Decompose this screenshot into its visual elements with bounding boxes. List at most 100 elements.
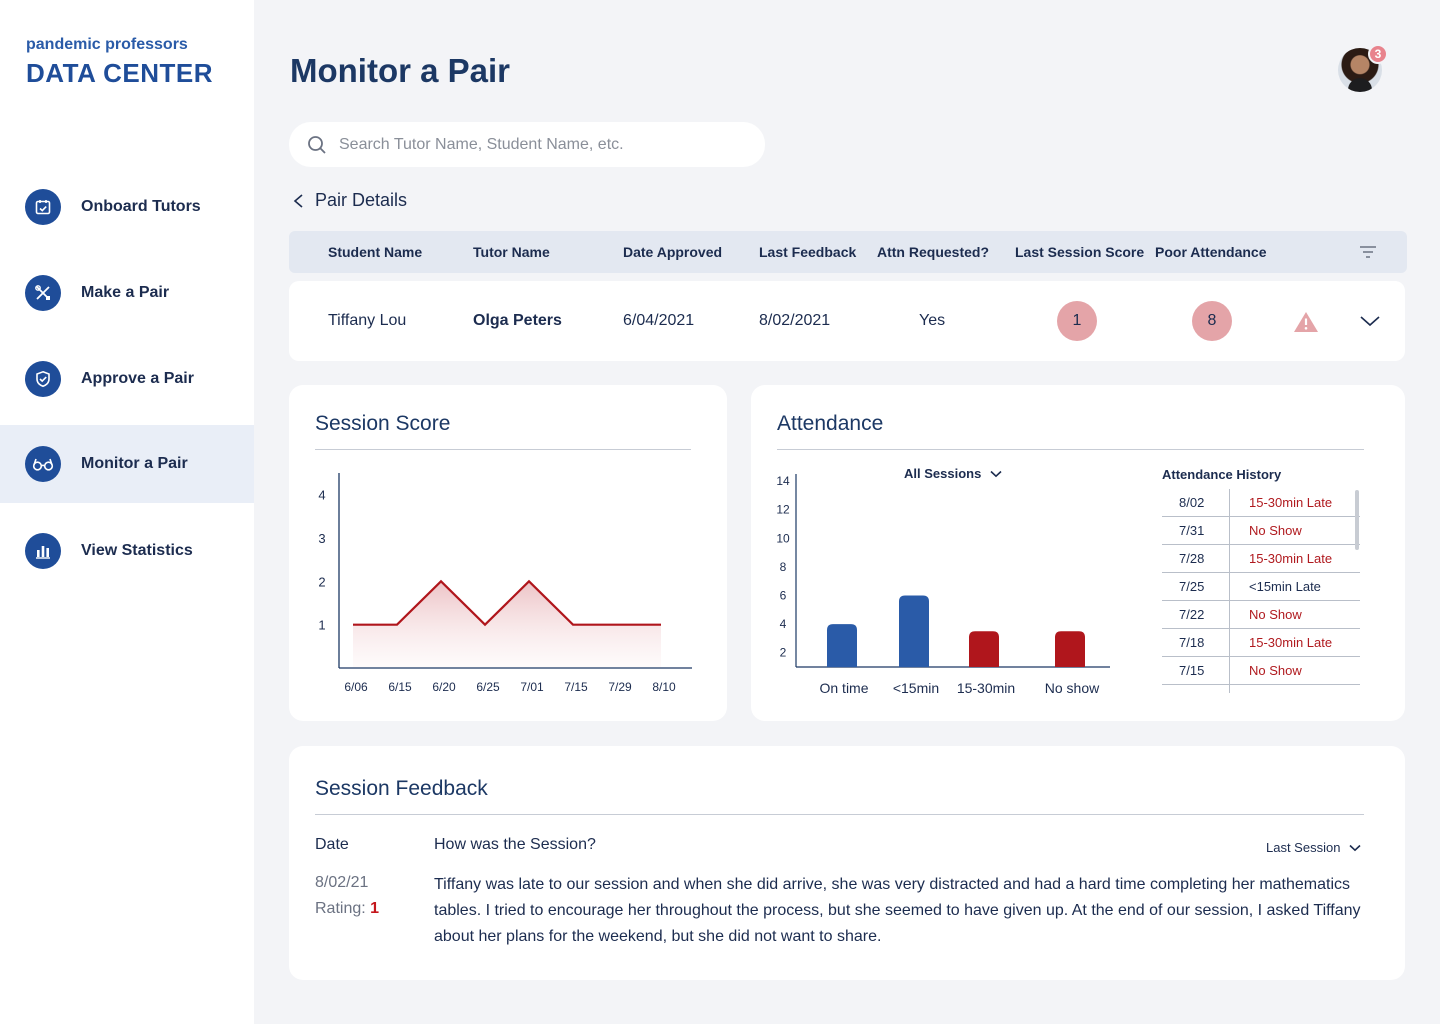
y-tick-label: 4 bbox=[318, 488, 325, 503]
history-date: 7/15 bbox=[1179, 663, 1205, 678]
x-tick-label: 6/20 bbox=[432, 680, 456, 694]
chevron-down-icon bbox=[1349, 844, 1361, 851]
feedback-date: 8/02/21 bbox=[315, 874, 369, 891]
history-row: 7/28 15-30min Late bbox=[1162, 545, 1360, 573]
poor-attendance-badge: 8 bbox=[1192, 301, 1232, 341]
dropdown-label: Last Session bbox=[1266, 840, 1341, 855]
tools-icon bbox=[25, 275, 61, 311]
session-score-chart: 1 2 3 4 6/06 6/15 6/20 6/25 7/01 7/15 7/29 8/10 bbox=[318, 473, 692, 694]
column-header[interactable]: Poor Attendance bbox=[1155, 244, 1267, 260]
table-row[interactable]: Tiffany Lou Olga Peters 6/04/2021 8/02/2… bbox=[289, 281, 1405, 361]
attendance-card: Attendance All Sessions 2 4 6 8 10 12 14 On tim… bbox=[751, 385, 1405, 721]
history-scrollbar[interactable] bbox=[1355, 490, 1359, 550]
y-tick-label: 3 bbox=[318, 531, 325, 546]
sidebar-item-view-statistics[interactable]: View Statistics bbox=[0, 512, 254, 590]
sidebar-item-approve-a-pair[interactable]: Approve a Pair bbox=[0, 340, 254, 418]
history-row: 7/18 15-30min Late bbox=[1162, 629, 1360, 657]
history-row: 8/02 15-30min Late bbox=[1162, 489, 1360, 517]
history-status: <15min Late bbox=[1249, 579, 1321, 594]
sidebar-item-label: View Statistics bbox=[81, 542, 193, 559]
column-header[interactable]: Tutor Name bbox=[473, 244, 550, 260]
history-date: 8/02 bbox=[1179, 495, 1205, 510]
history-row: 7/22 No Show bbox=[1162, 601, 1360, 629]
attendance-history-list[interactable]: 8/02 15-30min Late 7/31 No Show 7/28 15-30min… bbox=[1162, 489, 1360, 693]
y-tick-label: 12 bbox=[776, 503, 790, 517]
session-feedback-card: Session Feedback Date How was the Sessio… bbox=[289, 746, 1405, 980]
date-approved: 6/04/2021 bbox=[623, 312, 695, 329]
history-date: 7/22 bbox=[1179, 607, 1205, 622]
attn-requested: Yes bbox=[919, 312, 946, 329]
feedback-period-dropdown[interactable]: Last Session bbox=[1266, 840, 1361, 855]
y-tick-label: 14 bbox=[776, 474, 790, 488]
y-tick-label: 1 bbox=[318, 618, 325, 633]
history-row: 7/15 No Show bbox=[1162, 657, 1360, 685]
history-status: 15-30min Late bbox=[1249, 635, 1333, 650]
user-avatar-button[interactable]: 3 bbox=[1338, 44, 1388, 92]
divider bbox=[315, 814, 1364, 815]
question-column-header: How was the Session? bbox=[434, 836, 596, 853]
x-tick-label: <15min bbox=[893, 680, 939, 696]
x-tick-label: 6/15 bbox=[388, 680, 412, 694]
sidebar-item-label: Monitor a Pair bbox=[81, 455, 188, 472]
bar bbox=[827, 624, 857, 667]
last-feedback: 8/02/2021 bbox=[759, 312, 831, 329]
search-bar bbox=[289, 122, 765, 167]
y-tick-label: 2 bbox=[318, 574, 325, 589]
history-status: No Show bbox=[1249, 523, 1302, 538]
x-tick-label: 6/25 bbox=[476, 680, 500, 694]
session-score-card: Session Score 1 2 3 4 6/06 6/15 6/20 6/25 7/01 7/… bbox=[289, 385, 727, 721]
sidebar-item-onboard-tutors[interactable]: Onboard Tutors bbox=[0, 168, 254, 246]
sidebar-item-monitor-a-pair[interactable]: Monitor a Pair bbox=[0, 425, 254, 503]
x-tick-label: On time bbox=[819, 680, 868, 696]
bar-chart-icon bbox=[25, 533, 61, 569]
shield-check-icon bbox=[25, 361, 61, 397]
history-status: 15-30min Late bbox=[1249, 551, 1333, 566]
student-name: Tiffany Lou bbox=[328, 312, 407, 329]
back-to-pair-details[interactable]: Pair Details bbox=[291, 190, 407, 211]
y-tick-label: 4 bbox=[780, 617, 787, 631]
sidebar-item-label: Make a Pair bbox=[81, 284, 170, 301]
history-date: 7/25 bbox=[1179, 579, 1205, 594]
history-date: 7/28 bbox=[1179, 551, 1205, 566]
history-row: 7/25 <15min Late bbox=[1162, 573, 1360, 601]
sidebar-item-make-a-pair[interactable]: Make a Pair bbox=[0, 254, 254, 332]
search-input[interactable] bbox=[339, 122, 749, 167]
search-icon bbox=[308, 136, 326, 154]
date-column-header: Date bbox=[315, 836, 349, 853]
x-tick-label: 8/10 bbox=[652, 680, 676, 694]
bar bbox=[1055, 631, 1085, 667]
x-tick-label: 7/01 bbox=[520, 680, 544, 694]
notification-badge: 3 bbox=[1368, 44, 1388, 64]
chevron-down-icon[interactable] bbox=[1360, 315, 1380, 327]
tutor-name: Olga Peters bbox=[473, 312, 562, 329]
sidebar-item-label: Onboard Tutors bbox=[81, 198, 201, 215]
chevron-left-icon bbox=[293, 193, 303, 208]
y-tick-label: 10 bbox=[776, 531, 790, 545]
x-tick-label: 6/06 bbox=[344, 680, 368, 694]
table-header: Student Name Tutor Name Date Approved La… bbox=[289, 231, 1407, 273]
history-status: No Show bbox=[1249, 607, 1302, 622]
column-header[interactable]: Date Approved bbox=[623, 244, 722, 260]
column-header[interactable]: Attn Requested? bbox=[877, 244, 989, 260]
column-header[interactable]: Last Session Score bbox=[1015, 244, 1144, 260]
feedback-rating: Rating: 1 bbox=[315, 900, 380, 917]
bar bbox=[969, 631, 999, 667]
column-header[interactable]: Last Feedback bbox=[759, 244, 856, 260]
brand-title: DATA CENTER bbox=[26, 58, 214, 88]
last-session-score-badge: 1 bbox=[1057, 301, 1097, 341]
column-header[interactable]: Student Name bbox=[328, 244, 422, 260]
glasses-icon bbox=[25, 446, 61, 482]
x-tick-label: 15-30min bbox=[957, 680, 1015, 696]
feedback-text: Tiffany was late to our session and when… bbox=[434, 876, 1361, 945]
warning-icon bbox=[1294, 312, 1318, 332]
y-tick-label: 2 bbox=[780, 646, 787, 660]
calendar-check-icon bbox=[25, 189, 61, 225]
x-tick-label: No show bbox=[1045, 680, 1100, 696]
history-row: 7/31 No Show bbox=[1162, 517, 1360, 545]
sidebar-item-label: Approve a Pair bbox=[81, 370, 194, 387]
filter-icon[interactable] bbox=[1359, 245, 1377, 259]
history-status: No Show bbox=[1249, 663, 1302, 678]
attendance-chart: 2 4 6 8 10 12 14 On time <15min 15-30min No show bbox=[776, 474, 1110, 696]
card-title: Session Feedback bbox=[315, 777, 488, 800]
attendance-history-title: Attendance History bbox=[1162, 467, 1282, 482]
